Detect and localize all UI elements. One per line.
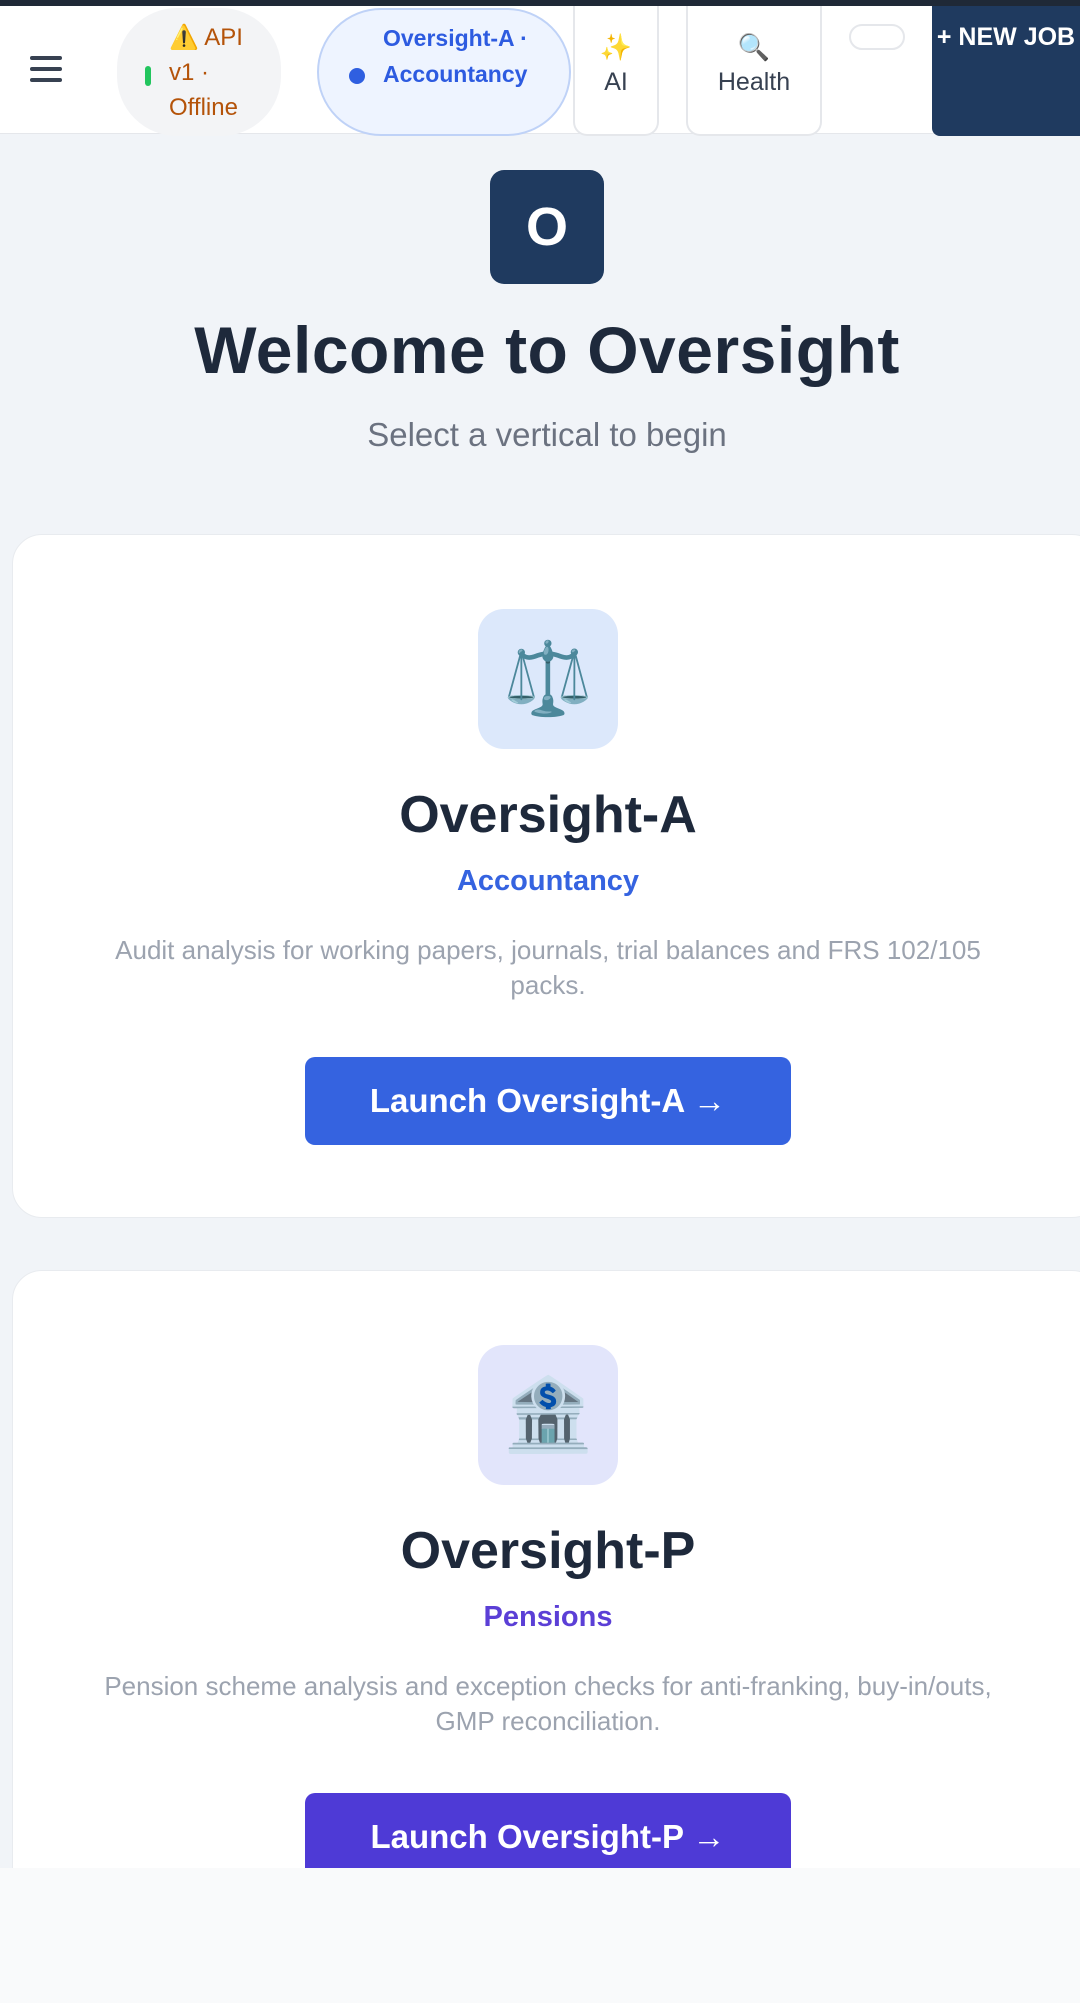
status-dot-icon (145, 66, 151, 86)
vertical-selector-pill[interactable]: Oversight-A · Accountancy (317, 8, 571, 136)
top-bar: ⚠️ API v1 · Offline Oversight-A · Accoun… (0, 6, 1080, 136)
vertical-description: Pension scheme analysis and exception ch… (104, 1671, 992, 1736)
launch-oversight-a-button[interactable]: Launch Oversight-A → (305, 1057, 791, 1145)
balance-scale-icon: ⚖️ (478, 609, 618, 749)
hamburger-menu-icon[interactable] (30, 56, 62, 82)
bank-icon: 🏦 (478, 1345, 618, 1485)
health-button[interactable]: 🔍 Health (686, 6, 822, 136)
vertical-dot-icon (349, 68, 365, 84)
ai-button-label: AI (604, 68, 628, 96)
vertical-selector-label: Oversight-A · Accountancy (383, 25, 528, 87)
vertical-card-accountancy: ⚖️ Oversight-A Accountancy Audit analysi… (12, 534, 1080, 1218)
vertical-description: Audit analysis for working papers, journ… (115, 935, 981, 1000)
ai-button[interactable]: ✨ AI (573, 6, 659, 136)
page-title: Welcome to Oversight (194, 313, 900, 387)
new-job-button[interactable]: + NEW JOB (932, 6, 1080, 136)
vertical-title: Oversight-A (399, 786, 697, 844)
sparkles-icon: ✨ (599, 32, 633, 62)
app-viewport: ⚠️ API v1 · Offline Oversight-A · Accoun… (0, 0, 1080, 1868)
page-subtitle: Select a vertical to begin (367, 416, 727, 453)
app-logo: O (490, 170, 604, 284)
launch-oversight-p-button[interactable]: Launch Oversight-P → (305, 1793, 791, 1868)
vertical-card-pensions: 🏦 Oversight-P Pensions Pension scheme an… (12, 1270, 1080, 1868)
theme-toggle[interactable] (849, 24, 905, 50)
health-button-label: Health (717, 68, 791, 96)
magnifier-icon: 🔍 (737, 32, 771, 62)
vertical-category: Pensions (483, 1601, 613, 1633)
api-status-text: ⚠️ API v1 · Offline (169, 24, 243, 121)
vertical-category: Accountancy (456, 865, 640, 897)
api-status-pill: ⚠️ API v1 · Offline (117, 8, 281, 136)
vertical-title: Oversight-P (400, 1522, 696, 1580)
